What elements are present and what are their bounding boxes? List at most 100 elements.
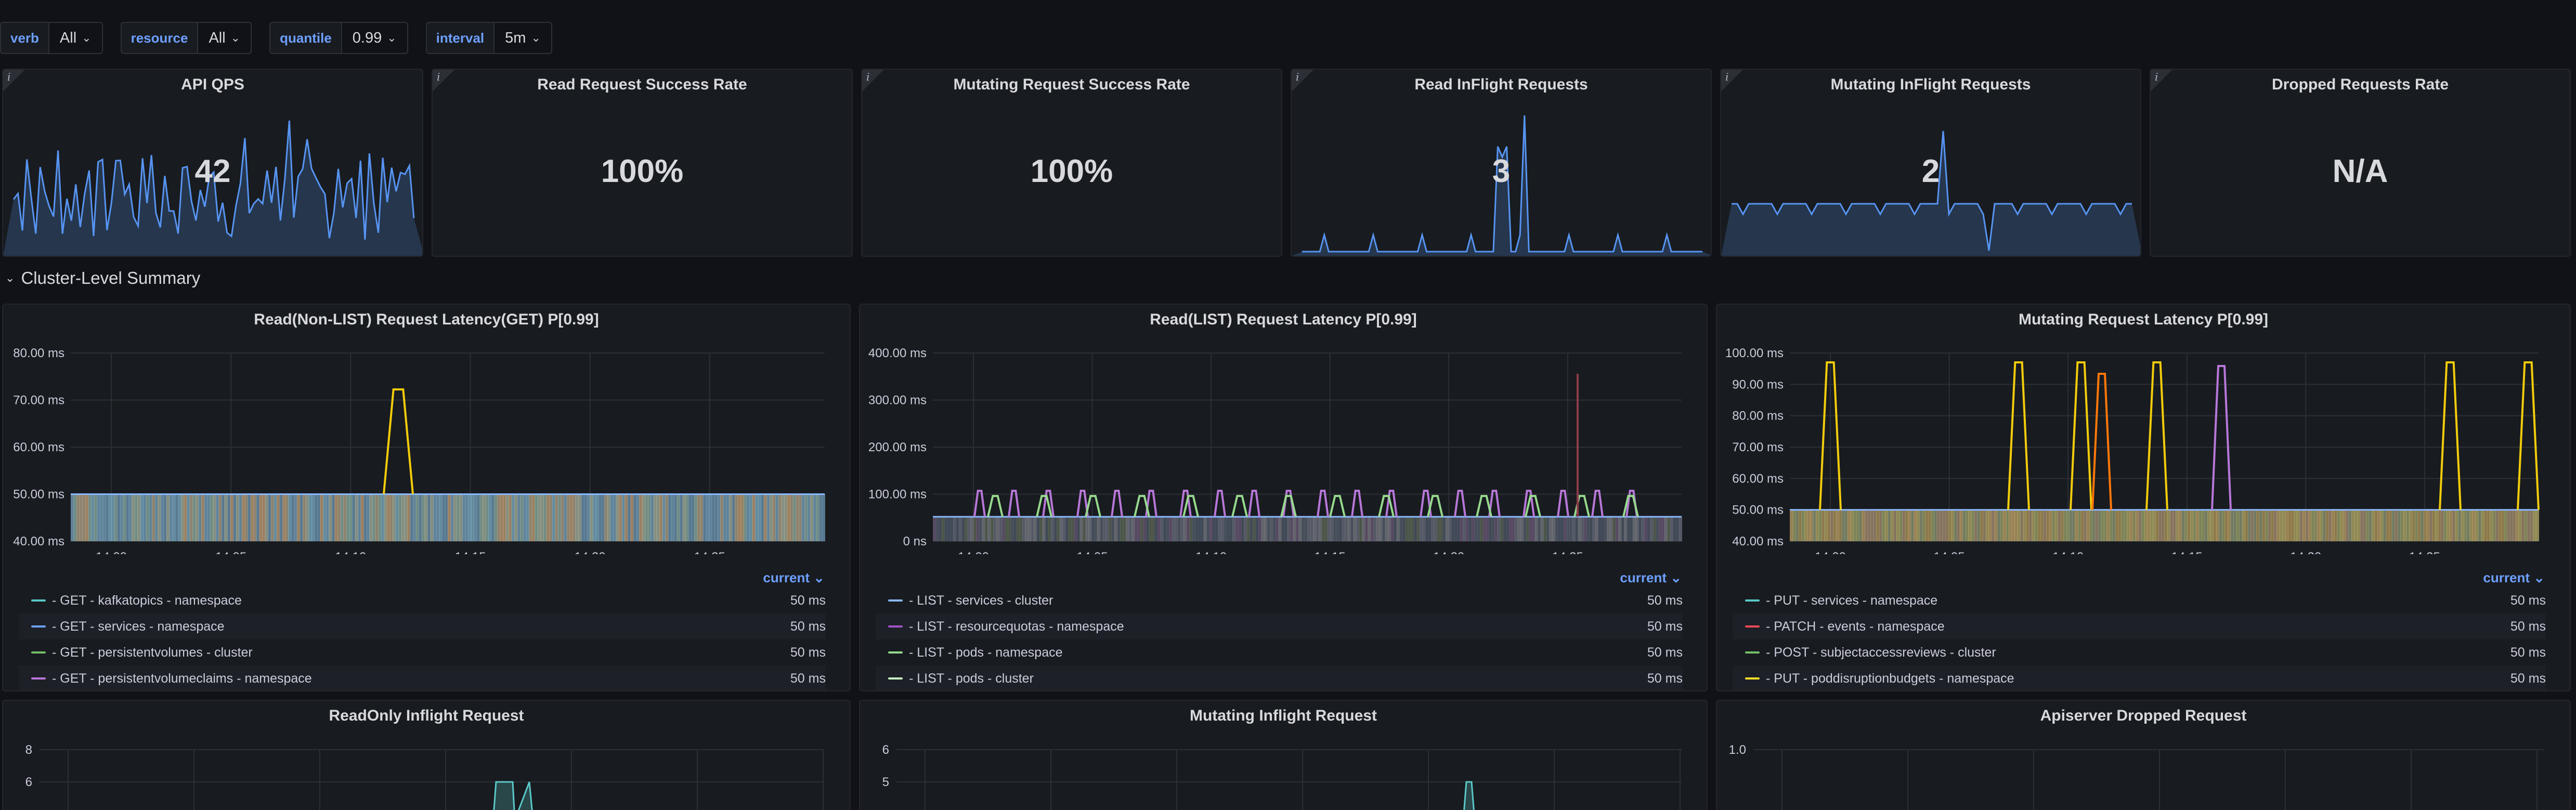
y-tick-label: 100.00 ms: [1725, 346, 1784, 360]
timeseries-graph[interactable]: 100.00 ms 90.00 ms 80.00 ms 70.00 ms 60.00 m…: [1717, 305, 2571, 554]
legend-item-value: 50 ms: [1647, 645, 1683, 660]
x-tick-label: 14:20: [2290, 550, 2321, 554]
y-tick-label: 60.00 ms: [13, 440, 64, 454]
variable-select[interactable]: All ⌄: [49, 22, 103, 54]
variable-value: All: [209, 29, 226, 46]
stat-panel-api-qps[interactable]: i API QPS 42: [2, 69, 423, 257]
variable-label: interval: [425, 22, 495, 54]
x-tick-label: 14:00: [1815, 550, 1846, 554]
legend-swatch: [888, 599, 903, 602]
variable-resource[interactable]: resource All ⌄: [120, 22, 252, 54]
stat-value: 3: [1492, 153, 1511, 189]
y-tick-label: 100.00 ms: [868, 488, 927, 502]
series-spike: [1463, 781, 1475, 810]
x-tick-label: 14:00: [958, 550, 989, 554]
legend-item[interactable]: - LIST - pods - cluster 50 ms: [876, 665, 1683, 690]
legend-header-label: current: [763, 570, 810, 585]
stat-panel-read-success-rate[interactable]: i Read Request Success Rate 100%: [432, 69, 853, 257]
legend-item-name: - LIST - resourcequotas - namespace: [909, 619, 1124, 634]
x-tick-label: 14:10: [335, 550, 366, 554]
y-tick-label: 40.00 ms: [13, 534, 64, 548]
legend-item[interactable]: - LIST - pods - namespace 50 ms: [876, 639, 1683, 665]
variable-select[interactable]: 5m ⌄: [495, 22, 552, 54]
variable-interval[interactable]: interval 5m ⌄: [425, 22, 552, 54]
legend-item-name: - LIST - services - cluster: [909, 593, 1053, 608]
legend-item[interactable]: - PUT - poddisruptionbudgets - namespace…: [1733, 665, 2546, 690]
stat-value: 42: [194, 153, 231, 189]
y-tick-label: 6: [882, 743, 889, 757]
legend-item-name: - POST - subjectaccessreviews - cluster: [1766, 645, 1996, 660]
stat-panel-dropped-rate[interactable]: i Dropped Requests Rate N/A: [2150, 69, 2571, 257]
legend-item[interactable]: - GET - persistentvolumeclaims - namespa…: [19, 665, 826, 690]
panel-read-nonlist-latency[interactable]: Read(Non-LIST) Request Latency(GET) P[0.…: [2, 304, 851, 691]
x-tick-label: 14:20: [575, 550, 606, 554]
timeseries-graph[interactable]: 80.00 ms 70.00 ms 60.00 ms 50.00 ms 40.00 ms…: [3, 305, 851, 554]
legend-item[interactable]: - PUT - services - namespace 50 ms: [1733, 587, 2546, 613]
legend-item-name: - GET - services - namespace: [52, 619, 225, 634]
legend-item-value: 50 ms: [790, 619, 826, 634]
series-spike: [1231, 494, 1248, 517]
panel-title: Read Request Success Rate: [537, 76, 747, 93]
y-tick-label: 70.00 ms: [13, 394, 64, 408]
legend-item-name: - LIST - pods - cluster: [909, 671, 1034, 686]
panel-apiserver-dropped[interactable]: Apiserver Dropped Request 1.0: [1716, 700, 2571, 810]
legend-swatch: [888, 625, 903, 628]
legend-sort-current[interactable]: current ⌄: [2483, 570, 2545, 586]
legend-swatch: [888, 651, 903, 654]
legend-item[interactable]: - PATCH - events - namespace 50 ms: [1733, 613, 2546, 639]
x-tick-label: 14:20: [1433, 550, 1464, 554]
legend-item[interactable]: - LIST - services - cluster 50 ms: [876, 587, 1683, 613]
panel-read-list-latency[interactable]: Read(LIST) Request Latency P[0.99] 400.0…: [859, 304, 1708, 691]
legend-item-value: 50 ms: [2510, 645, 2546, 660]
timeseries-graph[interactable]: 400.00 ms 300.00 ms 200.00 ms 100.00 ms 0 ns…: [860, 305, 1708, 554]
series-spike: [987, 494, 1004, 517]
legend-item-value: 50 ms: [2510, 671, 2546, 686]
y-tick-label: 200.00 ms: [868, 440, 927, 454]
variable-select[interactable]: 0.99 ⌄: [342, 22, 408, 54]
panel-title: Read InFlight Requests: [1414, 76, 1588, 93]
legend-item-name: - GET - persistentvolumes - cluster: [52, 645, 253, 660]
row-cluster-level-summary[interactable]: ⌄ Cluster-Level Summary: [5, 268, 200, 288]
legend-swatch: [1745, 625, 1760, 628]
legend-item[interactable]: - GET - persistentvolumes - cluster 50 ms: [19, 639, 826, 665]
legend: - GET - kafkatopics - namespace 50 ms - GE…: [19, 587, 826, 690]
y-tick-label: 60.00 ms: [1732, 472, 1784, 486]
panel-readonly-inflight[interactable]: ReadOnly Inflight Request 86: [2, 700, 851, 810]
timeseries-graph[interactable]: 1.0: [1717, 701, 2571, 810]
legend-sort-current[interactable]: current ⌄: [763, 570, 825, 586]
legend-swatch: [31, 677, 46, 680]
row-title: Cluster-Level Summary: [21, 268, 201, 288]
stat-panel-mutating-inflight[interactable]: i Mutating InFlight Requests 2: [1720, 69, 2141, 257]
panel-mutating-latency[interactable]: Mutating Request Latency P[0.99] 100.00 …: [1716, 304, 2571, 691]
variable-label: verb: [0, 22, 49, 54]
series-fill: [1679, 516, 1682, 541]
variable-select[interactable]: All ⌄: [198, 22, 252, 54]
variable-quantile[interactable]: quantile 0.99 ⌄: [269, 22, 408, 54]
legend-swatch: [31, 625, 46, 628]
timeseries-graph[interactable]: 65: [860, 701, 1708, 810]
legend-swatch: [1745, 651, 1760, 654]
legend-item-value: 50 ms: [790, 671, 826, 686]
variable-verb[interactable]: verb All ⌄: [0, 22, 103, 54]
series-spike: [493, 781, 533, 810]
y-tick-label: 0 ns: [903, 534, 927, 548]
legend-item[interactable]: - LIST - resourcequotas - namespace 50 ms: [876, 613, 1683, 639]
x-tick-label: 14:10: [2052, 550, 2084, 554]
y-tick-label: 90.00 ms: [1732, 377, 1784, 391]
legend-swatch: [1745, 599, 1760, 602]
stat-panel-mutating-success-rate[interactable]: i Mutating Request Success Rate 100%: [861, 69, 1282, 257]
legend-item[interactable]: - POST - subjectaccessreviews - cluster 5…: [1733, 639, 2546, 665]
legend-item[interactable]: - GET - services - namespace 50 ms: [19, 613, 826, 639]
y-tick-label: 400.00 ms: [868, 346, 927, 360]
timeseries-graph[interactable]: 86: [3, 701, 851, 810]
legend-sort-current[interactable]: current ⌄: [1620, 570, 1682, 586]
legend-item-value: 50 ms: [790, 593, 826, 608]
x-tick-label: 14:15: [1315, 550, 1346, 554]
x-tick-label: 14:10: [1195, 550, 1227, 554]
x-tick-label: 14:05: [1077, 550, 1108, 554]
stat-panel-read-inflight[interactable]: i Read InFlight Requests 3: [1291, 69, 1712, 257]
legend-header-label: current: [1620, 570, 1667, 585]
panel-mutating-inflight-request[interactable]: Mutating Inflight Request 65: [859, 700, 1708, 810]
variable-label: resource: [120, 22, 199, 54]
legend-item[interactable]: - GET - kafkatopics - namespace 50 ms: [19, 587, 826, 613]
